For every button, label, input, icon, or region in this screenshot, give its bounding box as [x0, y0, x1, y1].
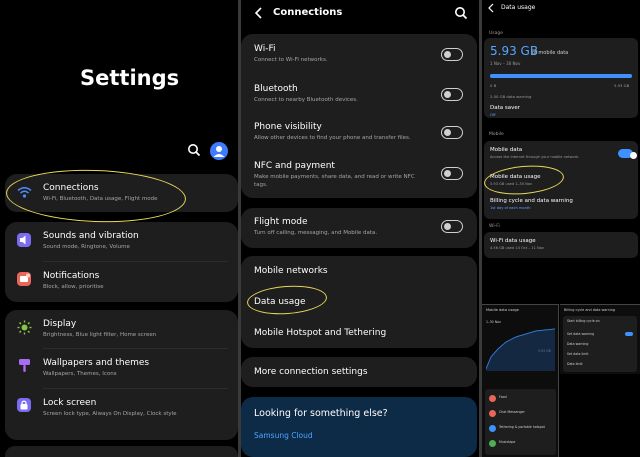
display-icon	[17, 320, 32, 335]
wallpapers-sub: Wallpapers, Themes, Icons	[43, 371, 117, 377]
billing-cycle-thumbnail: Billing cycle and data warning Start bil…	[560, 304, 640, 374]
flight-mode-sub: Turn off calling, messaging, and Mobile …	[254, 230, 378, 236]
wifi-title[interactable]: Wi-Fi	[254, 44, 275, 54]
data-usage-panel: Data usage Usage 5.93 GB of mobile data …	[482, 0, 640, 457]
nfc-sub-line1: Make mobile payments, share data, and re…	[254, 174, 415, 180]
wifi-data-usage-sub: 4.56 GB used 14 Oct – 11 Nov	[490, 246, 545, 250]
phone-visibility-title[interactable]: Phone visibility	[254, 122, 322, 132]
thumb-app-item: Musixtape	[499, 440, 516, 444]
nfc-toggle[interactable]	[441, 167, 463, 180]
divider	[43, 348, 228, 349]
thumb-billing-row: Set data limit	[567, 352, 589, 356]
thumb-billing-row: Data limit	[567, 362, 583, 366]
samsung-cloud-link[interactable]: Samsung Cloud	[254, 431, 313, 440]
wifi-section-label: Wi-Fi	[489, 224, 500, 229]
thumb-app-item: Chat Messenger	[499, 410, 525, 414]
phone-visibility-toggle[interactable]	[441, 126, 463, 139]
sounds-notifications-card: Sounds and vibration Sound mode, Rington…	[5, 222, 238, 302]
mobile-data-usage-thumbnail: Mobile data usage 1–30 Nov 5.93 GB Food …	[482, 304, 559, 457]
bluetooth-toggle[interactable]	[441, 88, 463, 101]
usage-graph	[486, 328, 555, 371]
flight-mode-toggle[interactable]	[441, 220, 463, 233]
connections-header: Connections	[273, 7, 343, 18]
account-icon[interactable]	[210, 142, 228, 160]
bluetooth-title[interactable]: Bluetooth	[254, 84, 298, 94]
usage-progress-track	[490, 74, 632, 78]
nfc-title[interactable]: NFC and payment	[254, 161, 335, 171]
thumb-billing-row: Start billing cycle on	[567, 319, 600, 323]
settings-panel: Settings Connections Wi-Fi, Bluetooth, D…	[0, 0, 238, 457]
billing-cycle-sub: 1st day of each month	[490, 206, 531, 210]
notifications-title[interactable]: Notifications	[43, 271, 99, 281]
thumb-app-item: Food	[499, 395, 507, 399]
phone-visibility-sub: Allow other devices to find your phone a…	[254, 135, 411, 141]
data-saver-title[interactable]: Data saver	[490, 105, 520, 111]
bluetooth-sub: Connect to nearby Bluetooth devices.	[254, 97, 358, 103]
speaker-icon	[17, 233, 31, 247]
billing-cycle-title[interactable]: Billing cycle and data warning	[490, 198, 573, 204]
thumb-period: 1–30 Nov	[486, 320, 501, 324]
wifi-sub: Connect to Wi-Fi networks.	[254, 57, 328, 63]
divider	[43, 388, 228, 389]
connections-toggles-card: Wi-Fi Connect to Wi-Fi networks. Bluetoo…	[241, 34, 477, 198]
looking-card: Looking for something else? Samsung Clou…	[241, 397, 477, 457]
flight-mode-title[interactable]: Flight mode	[254, 217, 308, 227]
divider	[43, 261, 228, 262]
mobile-networks-item[interactable]: Mobile networks	[254, 266, 328, 276]
thumb-toggle	[625, 332, 633, 336]
wifi-usage-card: Wi-Fi data usage 4.56 GB used 14 Oct – 1…	[484, 232, 638, 258]
thumb-title: Mobile data usage	[486, 308, 520, 312]
data-usage-header: Data usage	[501, 4, 536, 11]
page-title: Settings	[80, 66, 180, 90]
display-card: Display Brightness, Blue light filter, H…	[5, 310, 238, 440]
looking-title: Looking for something else?	[254, 408, 388, 419]
data-warning-text: 2.00 GB data warning	[490, 94, 532, 99]
sounds-sub: Sound mode, Ringtone, Volume	[43, 244, 130, 250]
scale-max: 5.93 GB	[614, 83, 630, 88]
mobile-hotspot-item[interactable]: Mobile Hotspot and Tethering	[254, 328, 386, 338]
usage-amount: 5.93 GB	[490, 44, 539, 58]
thumbnail-blank-area	[560, 375, 640, 457]
data-saver-sub: Off	[490, 112, 496, 117]
connections-panel: Connections Wi-Fi Connect to Wi-Fi netwo…	[241, 0, 479, 457]
flight-mode-card: Flight mode Turn off calling, messaging,…	[241, 208, 477, 248]
usage-progress-fill	[490, 74, 632, 78]
notifications-sub: Block, allow, prioritise	[43, 284, 104, 290]
display-sub: Brightness, Blue light filter, Home scre…	[43, 332, 157, 338]
usage-card: 5.93 GB of mobile data 1 Nov – 30 Nov 0 …	[484, 38, 638, 118]
thumb-billing-row: Set data warning	[567, 332, 595, 336]
lock-screen-title[interactable]: Lock screen	[43, 398, 96, 408]
mobile-data-toggle[interactable]	[618, 149, 637, 159]
lock-screen-sub: Screen lock type, Always On Display, Clo…	[43, 411, 177, 417]
mobile-data-title[interactable]: Mobile data	[490, 147, 522, 153]
usage-label: Usage	[489, 31, 504, 36]
wifi-toggle[interactable]	[441, 48, 463, 61]
search-icon[interactable]	[186, 143, 201, 158]
mobile-data-sub: Access the internet through your mobile …	[490, 155, 580, 159]
more-connection-card: More connection settings	[241, 357, 477, 387]
thumb-billing-row: Data warning	[567, 342, 589, 346]
nfc-sub-line2: tags.	[254, 182, 268, 188]
back-arrow-icon[interactable]	[486, 2, 496, 13]
more-connection-settings-item[interactable]: More connection settings	[254, 367, 368, 377]
display-title[interactable]: Display	[43, 319, 76, 329]
wifi-data-usage-title[interactable]: Wi-Fi data usage	[490, 238, 536, 244]
more-card	[5, 446, 238, 457]
search-icon[interactable]	[453, 6, 468, 21]
notification-icon	[17, 272, 31, 286]
lock-icon	[17, 398, 31, 412]
back-arrow-icon[interactable]	[251, 6, 266, 21]
thumb-title: Billing cycle and data warning	[564, 308, 616, 312]
thumb-app-list: Food Chat Messenger Tethering & portable…	[485, 389, 556, 455]
usage-period: 1 Nov – 30 Nov	[490, 61, 521, 66]
sounds-title[interactable]: Sounds and vibration	[43, 231, 139, 241]
usage-amount-suffix: of mobile data	[532, 50, 569, 56]
thumb-billing-list: Start billing cycle on Set data warning …	[563, 316, 637, 372]
mobile-section-label: Mobile	[489, 132, 504, 137]
scale-min: 0 B	[490, 83, 497, 88]
wallpapers-title[interactable]: Wallpapers and themes	[43, 358, 149, 368]
thumb-app-item: Tethering & portable hotspot	[499, 425, 545, 429]
paintbrush-icon	[17, 358, 32, 373]
